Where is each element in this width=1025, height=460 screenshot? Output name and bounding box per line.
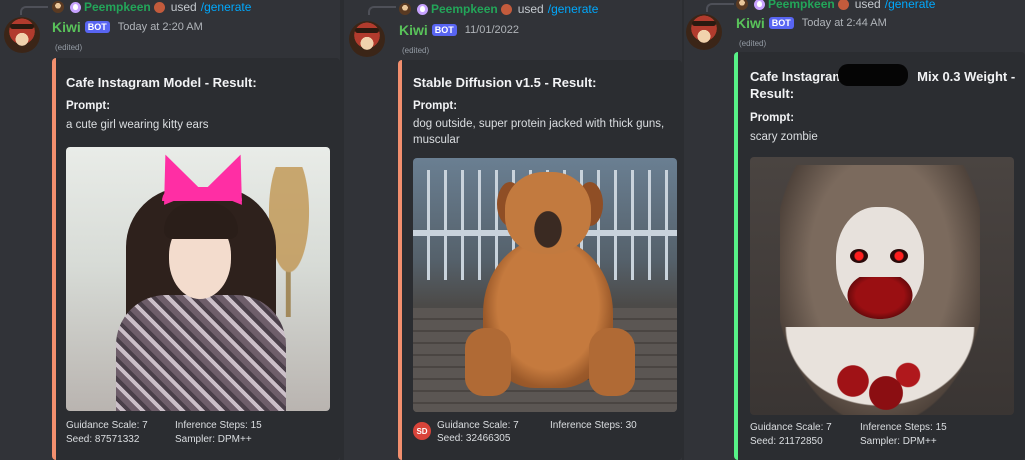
prompt-label: Prompt: [750,112,795,124]
reply-spine [706,3,734,12]
reply-username[interactable]: Peempkeen [431,2,498,16]
inference-steps: Inference Steps: 30 [550,420,637,431]
redaction-mark [838,64,908,86]
slash-command-link[interactable]: /generate [201,0,252,14]
bot-username[interactable]: Kiwi [399,22,428,38]
generated-image[interactable] [413,158,677,412]
inference-steps: Inference Steps: 15 [860,422,947,433]
embed-title-line2: Result: [750,86,795,101]
reply-context[interactable]: Peempkeen used /generate [52,0,251,14]
user-badge-icon [754,0,765,10]
embed-title-part1: Cafe Instagram [750,69,844,84]
user-badge-icon [417,3,428,15]
bot-username[interactable]: Kiwi [52,19,81,35]
user-avatar-mini[interactable] [52,1,64,13]
reply-username[interactable]: Peempkeen [84,0,151,14]
reply-used-text: used [170,0,197,14]
message-header: Kiwi BOT Today at 2:20 AM [52,19,203,35]
bot-avatar[interactable] [4,17,40,53]
seed-value: Seed: 87571332 [66,434,140,445]
guidance-scale: Guidance Scale: 7 [66,420,148,431]
prompt-text: scary zombie [750,131,818,143]
message-header: Kiwi BOT 11/01/2022 [399,22,519,38]
generated-image[interactable] [66,147,330,411]
reply-used-text: used [517,2,544,16]
embed-title: Cafe Instagram Model - Result: [66,75,257,90]
user-badge-icon [70,1,81,13]
bot-tag-badge: BOT [768,17,794,29]
result-embed: Cafe Instagram Mix 0.3 Weight - Result: … [734,52,1025,460]
edited-label: (edited) [402,46,430,55]
sampler-value: Sampler: DPM++ [175,434,252,445]
bot-tag-badge: BOT [431,24,457,36]
user-avatar-mini[interactable] [399,3,411,15]
message-header: Kiwi BOT Today at 2:44 AM [736,15,887,31]
bot-username[interactable]: Kiwi [736,15,765,31]
generated-image[interactable] [750,157,1014,415]
message-panel-1: Peempkeen used /generate Kiwi BOT Today … [0,0,340,460]
user-avatar-mini[interactable] [736,0,748,10]
seed-value: Seed: 32466305 [437,433,511,444]
embed-title: Stable Diffusion v1.5 - Result: [413,75,597,90]
stable-diffusion-icon: SD [413,422,431,440]
message-timestamp[interactable]: 11/01/2022 [465,24,519,36]
sampler-value: Sampler: DPM++ [860,436,937,447]
guidance-scale: Guidance Scale: 7 [437,420,519,431]
message-panel-2: Peempkeen used /generate Kiwi BOT 11/01/… [344,0,682,460]
result-embed: Stable Diffusion v1.5 - Result: Prompt: … [398,60,682,460]
reply-spine [368,6,396,15]
prompt-text: a cute girl wearing kitty ears [66,119,209,131]
slash-command-link[interactable]: /generate [885,0,936,11]
guidance-scale: Guidance Scale: 7 [750,422,832,433]
reply-username[interactable]: Peempkeen [768,0,835,11]
message-panel-3: Peempkeen used /generate Kiwi BOT Today … [684,0,1025,460]
result-embed: Cafe Instagram Model - Result: Prompt: a… [52,58,340,460]
reply-context[interactable]: Peempkeen used /generate [736,0,935,11]
prompt-label: Prompt: [413,100,458,112]
reply-context[interactable]: Peempkeen used /generate [399,2,598,16]
pumpkin-emoji-icon [153,1,165,13]
reply-used-text: used [854,0,881,11]
slash-command-link[interactable]: /generate [548,2,599,16]
bot-tag-badge: BOT [84,21,110,33]
prompt-label: Prompt: [66,100,111,112]
edited-label: (edited) [739,39,767,48]
dog-head [505,172,591,254]
bot-avatar[interactable] [686,14,722,50]
seed-value: Seed: 21172850 [750,436,823,447]
inference-steps: Inference Steps: 15 [175,420,262,431]
message-timestamp[interactable]: Today at 2:44 AM [802,17,887,29]
edited-label: (edited) [55,43,83,52]
embed-title-part2: Mix 0.3 Weight - [917,69,1016,84]
pumpkin-emoji-icon [500,3,512,15]
prompt-text: dog outside, super protein jacked with t… [413,118,665,146]
bot-avatar[interactable] [349,21,385,57]
message-timestamp[interactable]: Today at 2:20 AM [118,21,203,33]
reply-spine [20,6,48,15]
pumpkin-emoji-icon [837,0,849,10]
